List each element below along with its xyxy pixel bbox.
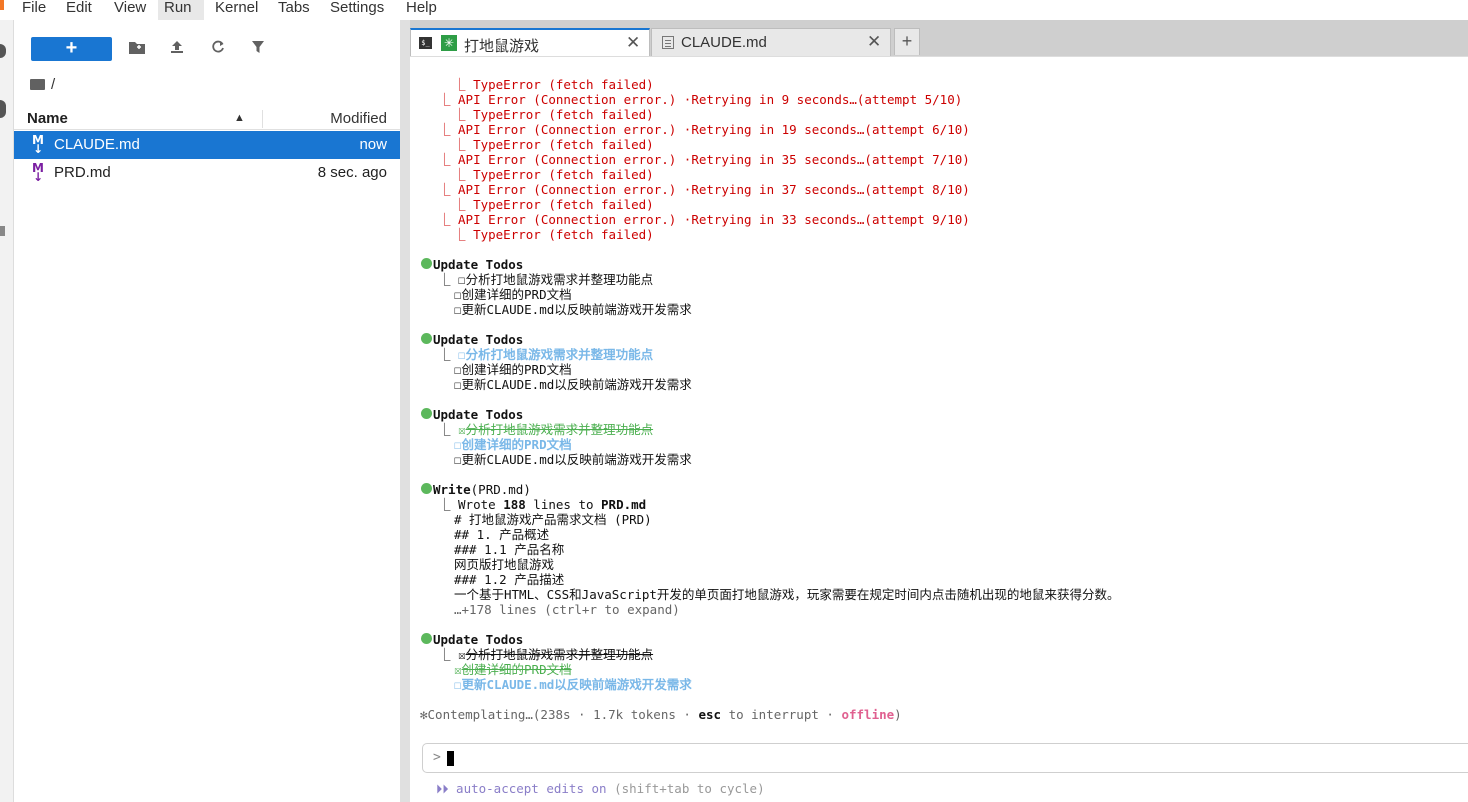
todo-item: ☐创建详细的PRD文档 — [454, 437, 572, 452]
error-line: ⎿ TypeError (fetch failed) — [438, 107, 654, 122]
todo-item: ☐创建详细的PRD文档 — [454, 287, 572, 302]
write-preview-line: 网页版打地鼠游戏 — [454, 557, 555, 572]
column-modified-header[interactable]: Modified — [330, 110, 387, 127]
write-preview-line: 一个基于HTML、CSS和JavaScript开发的单页面打地鼠游戏，玩家需要在… — [454, 587, 1120, 602]
file-modified: now — [359, 136, 387, 153]
error-line: ⎿ API Error (Connection error.) ·Retryin… — [438, 152, 970, 167]
tab-close-icon[interactable]: ✕ — [626, 33, 640, 53]
todo-item: ☐更新CLAUDE.md以反映前端游戏开发需求 — [454, 452, 692, 467]
error-line: ⎿ TypeError (fetch failed) — [438, 137, 654, 152]
extension-activity-icon[interactable] — [0, 226, 5, 236]
activity-bar — [0, 20, 14, 802]
breadcrumb-root[interactable]: / — [51, 76, 55, 93]
error-line: ⎿ TypeError (fetch failed) — [438, 197, 654, 212]
markdown-icon: M ↓ — [32, 161, 44, 184]
menu-settings[interactable]: Settings — [324, 0, 390, 20]
prompt-input[interactable]: > — [422, 743, 1468, 773]
menu-kernel[interactable]: Kernel — [209, 0, 264, 20]
file-browser-toolbar: + — [14, 20, 400, 76]
todo-item: ☐更新CLAUDE.md以反映前端游戏开发需求 — [454, 377, 692, 392]
todo-title: Update Todos — [433, 632, 524, 647]
write-preview-line: ### 1.2 产品描述 — [454, 572, 565, 587]
menu-file[interactable]: File — [16, 0, 52, 20]
file-list-header: Name ▲ Modified — [14, 108, 400, 130]
column-name-header[interactable]: Name — [27, 110, 68, 127]
tab-close-icon[interactable]: ✕ — [867, 32, 881, 52]
text-cursor — [447, 751, 454, 766]
error-line: ⎿ TypeError (fetch failed) — [438, 227, 654, 242]
tab-label: CLAUDE.md — [681, 34, 767, 51]
folder-activity-icon[interactable] — [0, 44, 6, 58]
markdown-icon: M ↓ — [32, 133, 44, 156]
error-line: ⎿ TypeError (fetch failed) — [438, 77, 654, 92]
write-preview-line: ### 1.1 产品名称 — [454, 542, 565, 557]
status-bullet-icon — [421, 483, 432, 494]
error-line: ⎿ API Error (Connection error.) ·Retryin… — [438, 92, 963, 107]
folder-icon — [30, 79, 45, 90]
menu-run[interactable]: Run — [158, 0, 204, 20]
tab-terminal[interactable]: $_ ✳ 打地鼠游戏 ✕ — [410, 28, 650, 57]
file-row-claude[interactable]: M ↓ CLAUDE.md now — [14, 131, 400, 159]
main-area: $_ ✳ 打地鼠游戏 ✕ CLAUDE.md ✕ + ⎿ TypeError (… — [410, 20, 1468, 802]
jupyter-logo-icon — [0, 0, 4, 10]
file-row-prd[interactable]: M ↓ PRD.md 8 sec. ago — [14, 159, 400, 187]
auto-accept-status: ⏵⏵ auto-accept edits on (shift+tab to cy… — [436, 781, 765, 796]
sort-ascending-icon[interactable]: ▲ — [234, 112, 245, 124]
expand-hint: …+178 lines (ctrl+r to expand) — [454, 602, 680, 617]
file-browser: + / Name ▲ Modified M ↓ CLAUDE.md now M ↓ … — [14, 20, 400, 802]
write-preview-line: # 打地鼠游戏产品需求文档 (PRD) — [454, 512, 652, 527]
prompt-chevron-icon: > — [433, 750, 441, 765]
add-tab-button[interactable]: + — [894, 28, 920, 55]
panel-resize-handle[interactable] — [400, 20, 410, 802]
terminal-icon: $_ — [419, 37, 432, 49]
file-name: CLAUDE.md — [54, 136, 140, 153]
status-bullet-icon — [421, 333, 432, 344]
todo-item: ☐创建详细的PRD文档 — [454, 362, 572, 377]
menu-tabs[interactable]: Tabs — [272, 0, 316, 20]
todo-title: Update Todos — [433, 332, 524, 347]
status-bullet-icon — [421, 633, 432, 644]
status-bullet-icon — [421, 258, 432, 269]
todo-item: ⎿ ☐分析打地鼠游戏需求并整理功能点 — [438, 272, 654, 287]
fast-forward-icon: ⏵⏵ — [436, 781, 449, 796]
tab-claude-md[interactable]: CLAUDE.md ✕ — [651, 28, 891, 56]
file-modified: 8 sec. ago — [317, 164, 387, 181]
todo-item: ☐更新CLAUDE.md以反映前端游戏开发需求 — [454, 677, 692, 692]
status-bullet-icon — [421, 408, 432, 419]
upload-icon[interactable] — [165, 37, 189, 61]
todo-item: ⎿ ☒分析打地鼠游戏需求并整理功能点 — [438, 422, 654, 437]
spinner-icon: ✻ — [420, 707, 428, 722]
menu-view[interactable]: View — [108, 0, 152, 20]
menu-bar: File Edit View Run Kernel Tabs Settings … — [0, 0, 1468, 20]
new-folder-icon[interactable] — [125, 37, 149, 61]
todo-item: ☒创建详细的PRD文档 — [454, 662, 572, 677]
error-line: ⎿ API Error (Connection error.) ·Retryin… — [438, 122, 970, 137]
todo-item: ☐更新CLAUDE.md以反映前端游戏开发需求 — [454, 302, 692, 317]
tab-bar: $_ ✳ 打地鼠游戏 ✕ CLAUDE.md ✕ + — [410, 20, 1468, 57]
write-preview-line: ## 1. 产品概述 — [454, 527, 550, 542]
todo-item: ⎿ ☐分析打地鼠游戏需求并整理功能点 — [438, 347, 654, 362]
claude-star-icon: ✳ — [441, 35, 457, 51]
running-activity-icon[interactable] — [0, 100, 6, 118]
error-line: ⎿ API Error (Connection error.) ·Retryin… — [438, 212, 970, 227]
new-launcher-button[interactable]: + — [31, 37, 112, 61]
filter-icon[interactable] — [246, 37, 270, 61]
status-line: ✻Contemplating…(238s · 1.7k tokens · esc… — [420, 707, 902, 722]
menu-help[interactable]: Help — [400, 0, 443, 20]
menu-edit[interactable]: Edit — [60, 0, 98, 20]
refresh-icon[interactable] — [206, 37, 230, 61]
tab-label: 打地鼠游戏 — [464, 38, 540, 55]
write-title: Write(PRD.md) — [433, 482, 531, 497]
terminal-output[interactable]: ⎿ TypeError (fetch failed) ⎿ API Error (… — [410, 56, 1468, 802]
breadcrumb[interactable]: / — [30, 76, 55, 98]
error-line: ⎿ API Error (Connection error.) ·Retryin… — [438, 182, 970, 197]
error-line: ⎿ TypeError (fetch failed) — [438, 167, 654, 182]
markdown-file-icon — [662, 36, 674, 49]
todo-title: Update Todos — [433, 407, 524, 422]
write-summary: ⎿ Wrote 188 lines to PRD.md — [438, 497, 647, 512]
todo-title: Update Todos — [433, 257, 524, 272]
todo-item: ⎿ ☒分析打地鼠游戏需求并整理功能点 — [438, 647, 654, 662]
column-divider[interactable] — [262, 110, 263, 128]
file-name: PRD.md — [54, 164, 111, 181]
